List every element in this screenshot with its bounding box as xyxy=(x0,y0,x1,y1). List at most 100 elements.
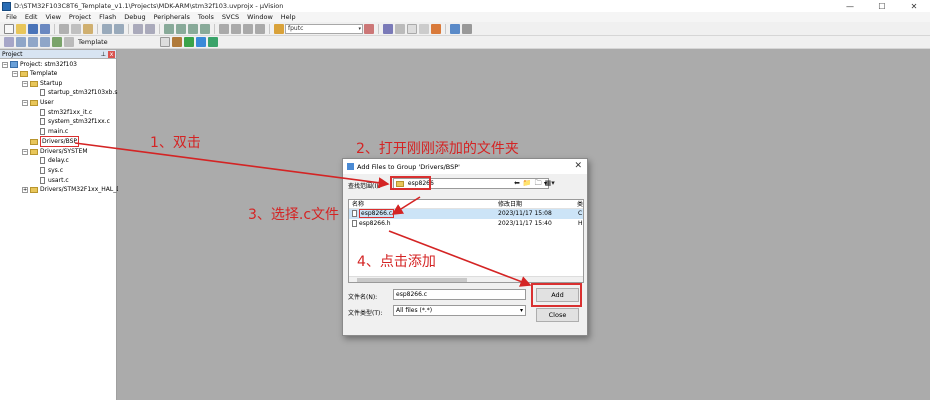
close-panel-icon[interactable]: x xyxy=(108,51,115,58)
tree-item-startup-file[interactable]: startup_stm32f103xb.s xyxy=(40,88,118,97)
copy-icon[interactable] xyxy=(71,23,81,34)
dialog-close-icon[interactable]: ✕ xyxy=(574,161,582,171)
redo-icon[interactable] xyxy=(114,23,124,34)
tree-item-system-file[interactable]: system_stm32f1xx.c xyxy=(40,117,110,126)
column-name[interactable]: 名称 xyxy=(352,200,364,209)
menu-flash[interactable]: Flash xyxy=(95,13,120,21)
nav-back-icon[interactable] xyxy=(133,23,143,34)
collapse-icon[interactable]: − xyxy=(22,99,28,106)
view-menu-icon[interactable]: ▦▾ xyxy=(545,179,555,190)
menu-tools[interactable]: Tools xyxy=(194,13,218,21)
paste-icon[interactable] xyxy=(83,23,93,34)
find-in-files-icon[interactable] xyxy=(274,23,284,34)
bookmark-icon[interactable] xyxy=(164,23,174,34)
configure-icon[interactable] xyxy=(462,23,472,34)
menu-debug[interactable]: Debug xyxy=(120,13,149,21)
filename-input[interactable]: esp8266.c xyxy=(393,289,526,300)
column-modified[interactable]: 修改日期 xyxy=(498,200,522,209)
manage-runtime-icon[interactable] xyxy=(207,37,218,47)
dialog-nav-buttons: ⬅ 📁 🗀 ▦▾ xyxy=(514,179,558,190)
menu-svcs[interactable]: SVCS xyxy=(218,13,243,21)
manage-components-icon[interactable] xyxy=(183,37,194,47)
project-panel: Project ⊥ x − Project: stm32f103 − Templ… xyxy=(0,50,125,400)
back-arrow-icon[interactable]: ⬅ xyxy=(514,179,520,190)
clear-breakpoints-icon[interactable] xyxy=(419,23,429,34)
file-row-esp8266-c[interactable]: esp8266.c 2023/11/17 15:08 C xyxy=(349,209,583,219)
pin-icon[interactable]: ⊥ xyxy=(101,50,106,59)
menu-edit[interactable]: Edit xyxy=(21,13,42,21)
debug-session-icon[interactable] xyxy=(383,23,393,34)
close-window-button[interactable]: ✕ xyxy=(898,0,930,12)
unindent-icon[interactable] xyxy=(231,23,241,34)
collapse-icon[interactable]: − xyxy=(2,61,8,68)
menu-help[interactable]: Help xyxy=(277,13,300,21)
up-folder-icon[interactable]: 📁 xyxy=(523,179,532,190)
tree-item-template[interactable]: − Template xyxy=(12,69,57,78)
target-options-dropdown-icon[interactable] xyxy=(159,37,170,47)
new-folder-icon[interactable]: 🗀 xyxy=(535,179,542,190)
uncomment-icon[interactable] xyxy=(255,23,265,34)
menu-peripherals[interactable]: Peripherals xyxy=(150,13,194,21)
prev-bookmark-icon[interactable] xyxy=(176,23,186,34)
save-all-icon[interactable] xyxy=(40,23,50,34)
menu-window[interactable]: Window xyxy=(243,13,277,21)
open-file-icon[interactable] xyxy=(16,23,26,34)
target-select[interactable]: Template xyxy=(78,38,108,46)
clear-bookmarks-icon[interactable] xyxy=(200,23,210,34)
maximize-button[interactable]: ☐ xyxy=(866,0,898,12)
collapse-icon[interactable]: − xyxy=(12,70,18,77)
file-type-cell: H xyxy=(578,220,583,227)
next-bookmark-icon[interactable] xyxy=(188,23,198,34)
stop-build-icon[interactable] xyxy=(64,37,74,47)
select-packs-icon[interactable] xyxy=(195,37,206,47)
scrollbar-thumb[interactable] xyxy=(357,278,467,282)
indent-icon[interactable] xyxy=(219,23,229,34)
window-controls: — ☐ ✕ xyxy=(834,0,930,12)
file-icon xyxy=(40,109,45,116)
expand-icon[interactable]: + xyxy=(22,186,28,193)
menu-view[interactable]: View xyxy=(41,13,64,21)
options-for-target-icon[interactable] xyxy=(171,37,182,47)
download-icon[interactable] xyxy=(52,37,62,47)
tree-item-drivers-system[interactable]: − Drivers/SYSTEM xyxy=(22,147,88,156)
tree-item-hal-drivers[interactable]: + Drivers/STM32F1xx_HAL_Dri xyxy=(22,185,125,194)
collapse-icon[interactable]: − xyxy=(22,148,28,155)
minimize-button[interactable]: — xyxy=(834,0,866,12)
tree-item-main-file[interactable]: main.c xyxy=(40,127,68,136)
comment-icon[interactable] xyxy=(243,23,253,34)
horizontal-scrollbar[interactable] xyxy=(349,276,583,282)
new-file-icon[interactable] xyxy=(4,23,14,34)
undo-icon[interactable] xyxy=(102,23,112,34)
nav-forward-icon[interactable] xyxy=(145,23,155,34)
collapse-icon[interactable]: − xyxy=(22,80,28,87)
tree-item-startup[interactable]: − Startup xyxy=(22,79,62,88)
add-button[interactable]: Add xyxy=(536,288,579,302)
kill-breakpoints-icon[interactable] xyxy=(431,23,441,34)
window-layout-icon[interactable] xyxy=(450,23,460,34)
file-type-cell: C xyxy=(578,210,583,217)
disable-breakpoint-icon[interactable] xyxy=(407,23,417,34)
batch-build-icon[interactable] xyxy=(40,37,50,47)
tree-item-usart-file[interactable]: usart.c xyxy=(40,176,69,185)
tree-item-user[interactable]: − User xyxy=(22,98,54,107)
tree-item-sys-file[interactable]: sys.c xyxy=(40,166,63,175)
save-icon[interactable] xyxy=(28,23,38,34)
search-input[interactable]: fputc ▾ xyxy=(285,23,363,34)
cut-icon[interactable] xyxy=(59,23,69,34)
tree-item-project[interactable]: − Project: stm32f103 xyxy=(2,60,77,69)
breakpoint-icon[interactable] xyxy=(395,23,405,34)
menu-project[interactable]: Project xyxy=(65,13,95,21)
column-type[interactable]: 类 xyxy=(577,200,583,209)
translate-icon[interactable] xyxy=(4,37,14,47)
menu-file[interactable]: File xyxy=(2,13,21,21)
tree-item-drivers-bsp[interactable]: Drivers/BSP xyxy=(30,136,80,147)
tree-item-it-file[interactable]: stm32f1xx_it.c xyxy=(40,108,92,117)
tree-item-delay-file[interactable]: delay.c xyxy=(40,156,69,165)
rebuild-icon[interactable] xyxy=(28,37,38,47)
filetype-select[interactable]: All files (*.*) ▾ xyxy=(393,305,526,316)
build-icon[interactable] xyxy=(16,37,26,47)
find-icon[interactable] xyxy=(364,23,374,34)
filename-label: 文件名(N): xyxy=(348,294,378,301)
close-button[interactable]: Close xyxy=(536,308,579,322)
file-row-esp8266-h[interactable]: esp8266.h 2023/11/17 15:40 H xyxy=(349,219,583,229)
